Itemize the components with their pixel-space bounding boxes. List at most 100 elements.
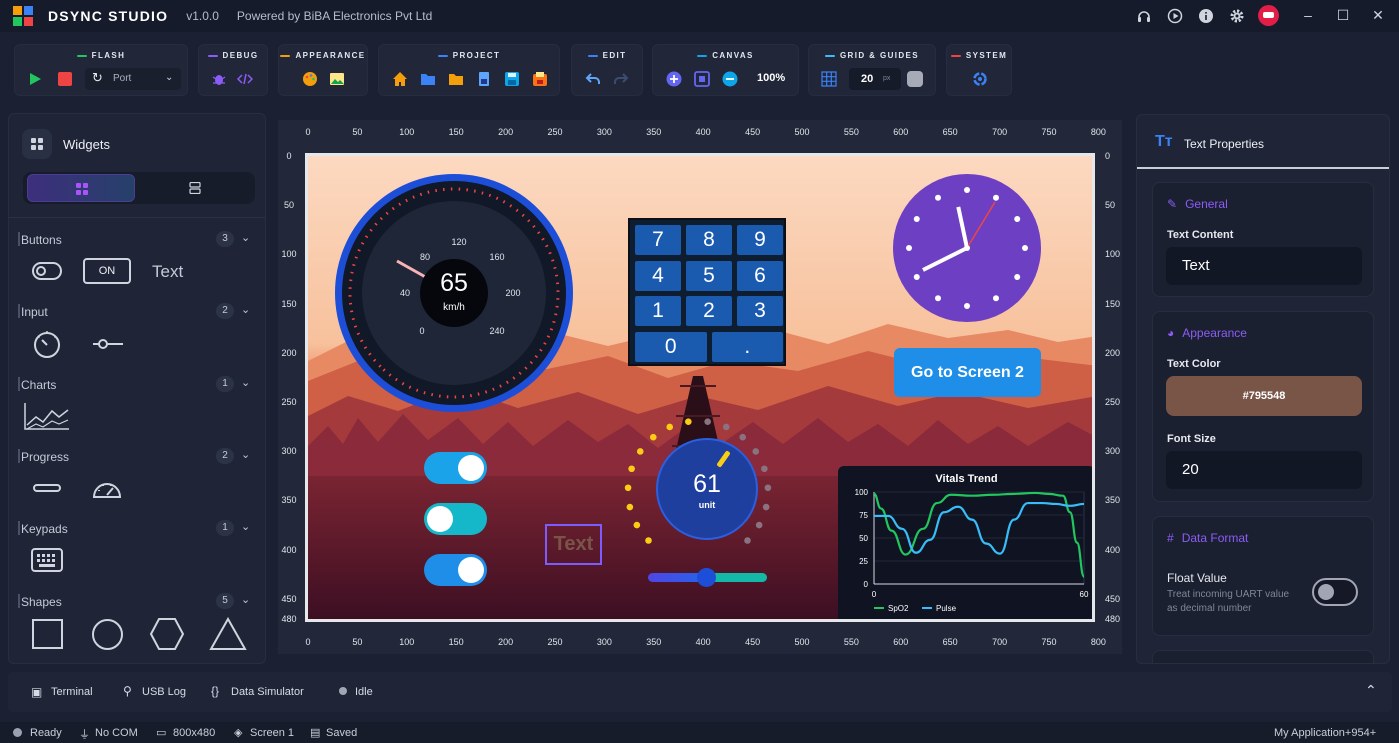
hexagon-shape-icon[interactable] [149,617,185,651]
image-icon[interactable] [329,71,345,87]
play-circle-icon[interactable] [1167,8,1183,24]
zoom-in-icon[interactable] [666,71,682,87]
category-shapes[interactable]: Shapes [18,594,62,609]
palette-icon[interactable] [302,71,318,87]
gauge-widget-icon[interactable] [91,475,123,501]
undo-icon[interactable] [585,71,601,87]
maximize-button[interactable]: ☐ [1333,7,1353,24]
circle-shape-icon[interactable] [92,619,123,650]
close-button[interactable]: ✕ [1368,7,1388,24]
clock-hour-marker [1022,245,1028,251]
toggle-switch-3[interactable] [424,554,487,586]
fit-screen-icon[interactable] [694,71,710,87]
toggle-widget[interactable] [32,262,62,280]
design-canvas[interactable]: 65 km/h 0 40 80 120 160 200 240 789 456 12… [305,153,1095,622]
keypad-key[interactable]: 0 [635,331,707,362]
data-simulator-tab[interactable]: Data Simulator [231,686,304,698]
keypad-key[interactable]: 5 [686,260,732,291]
chevron-down-icon[interactable]: ⌄ [241,593,250,606]
keypad-widget-icon[interactable] [31,548,63,572]
keypad-key[interactable]: 7 [635,225,681,255]
minimize-button[interactable]: – [1298,7,1318,23]
bug-icon[interactable] [211,71,227,87]
keypad-key[interactable]: . [711,331,783,362]
home-icon[interactable] [392,71,408,87]
gear-icon[interactable] [1229,8,1245,24]
chevron-down-icon[interactable]: ⌄ [241,448,250,461]
category-keypads[interactable]: Keypads [18,521,68,536]
grid-color-swatch[interactable] [907,71,923,87]
text-properties-icon: Tт [1155,133,1173,150]
font-size-input[interactable]: 20 [1166,451,1362,489]
appearance-header[interactable]: ◕ Appearance [1167,326,1247,340]
play-icon[interactable] [27,71,43,87]
keypad-key[interactable]: 9 [737,225,783,255]
grid-view-button[interactable] [27,174,135,202]
usb-log-tab[interactable]: USB Log [142,686,186,698]
float-value-toggle[interactable] [1312,578,1358,606]
keypad-key[interactable]: 4 [635,260,681,291]
dial-knob[interactable]: 61 unit [656,438,758,540]
float-value-label: Float Value [1167,571,1227,585]
keypad-key[interactable]: 6 [737,260,783,291]
open-folder-icon[interactable] [448,71,464,87]
stop-icon[interactable] [57,71,73,87]
code-icon[interactable] [237,71,253,87]
ruler-y-label: 250 [1105,397,1121,407]
info-icon[interactable] [1198,8,1214,24]
chevron-up-icon[interactable]: ⌃ [1365,682,1377,699]
category-buttons[interactable]: Buttons [18,232,62,247]
progress-bar-widget-icon[interactable] [33,484,61,492]
go-to-screen-button[interactable]: Go to Screen 2 [894,348,1041,397]
save-as-icon[interactable] [532,71,548,87]
slider-widget-icon[interactable] [93,336,123,352]
sync-icon[interactable] [972,71,988,87]
rectangle-shape-icon[interactable] [32,619,63,649]
slider-thumb[interactable] [697,568,716,587]
data-format-header[interactable]: # Data Format [1167,531,1248,545]
port-select[interactable]: ↻ Port ⌄ [85,68,181,90]
redo-icon[interactable] [613,71,629,87]
chevron-down-icon[interactable]: ⌄ [241,376,250,389]
save-icon[interactable] [504,71,520,87]
general-header[interactable]: ✎ General [1167,197,1228,211]
grid-icon[interactable] [821,71,837,87]
toggle-switch-1[interactable] [424,452,487,484]
list-view-icon[interactable] [189,182,201,194]
toggle-switch-2[interactable] [424,503,487,535]
headset-icon[interactable] [1136,8,1152,24]
keypad-key[interactable]: 1 [635,296,681,326]
export-icon[interactable] [476,71,492,87]
canvas-area[interactable]: 0 0 50 50 100 100 150 150 200 200 250 250 300 300 350 3… [278,120,1122,654]
chevron-down-icon[interactable]: ⌄ [241,303,250,316]
text-color-swatch[interactable]: #795548 [1166,376,1362,416]
powered-by: Powered by BiBA Electronics Pvt Ltd [236,9,433,23]
category-charts[interactable]: Charts [17,377,56,392]
new-folder-icon[interactable] [420,71,436,87]
chart-y-tick: 50 [859,534,868,543]
chevron-down-icon[interactable]: ⌄ [241,231,250,244]
zoom-out-icon[interactable] [722,71,738,87]
debug-group: DEBUG [198,44,268,96]
refresh-icon[interactable]: ↻ [92,70,103,86]
category-progress[interactable]: Progress [17,449,69,464]
on-button-widget[interactable]: ON [83,258,131,284]
chevron-down-icon[interactable]: ⌄ [241,520,250,533]
user-avatar[interactable] [1258,5,1279,26]
text-widget[interactable]: Text [152,262,183,282]
keypad-key[interactable]: 3 [737,296,783,326]
triangle-shape-icon[interactable] [209,617,247,651]
line-chart-widget-icon[interactable] [23,401,71,431]
terminal-tab[interactable]: Terminal [51,686,93,698]
ruler-y-label: 150 [1105,298,1121,309]
appearance-section: ◕ Appearance Text Color #795548 Font Size… [1152,311,1374,502]
grid-size-input[interactable]: 20 px [849,68,901,90]
category-input[interactable]: Input [18,304,48,319]
keypad-key[interactable]: 2 [686,296,732,326]
speedometer-gauge[interactable]: 65 km/h 0 40 80 120 160 200 240 [335,174,573,412]
text-content-input[interactable]: Text [1166,247,1362,285]
keypad-key[interactable]: 8 [686,225,732,255]
canvas-text-widget[interactable]: Text [545,524,602,565]
knob-widget-icon[interactable] [32,330,64,360]
slider-track[interactable] [648,568,767,587]
